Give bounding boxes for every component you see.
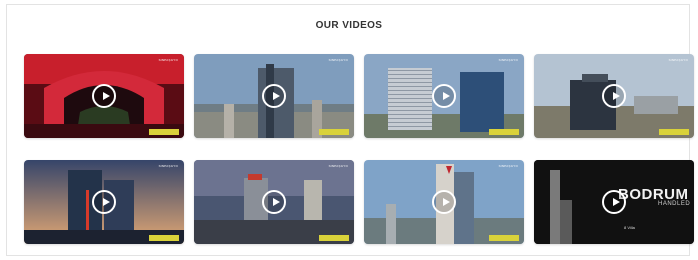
video-tag — [659, 129, 689, 135]
video-card-4[interactable]: SINPAŞGYO — [534, 54, 694, 138]
play-icon[interactable] — [92, 84, 116, 108]
video-card-5[interactable]: SINPAŞGYO — [24, 160, 184, 244]
play-icon[interactable] — [92, 190, 116, 214]
video-tag — [319, 235, 349, 241]
play-icon[interactable] — [432, 84, 456, 108]
play-icon[interactable] — [602, 190, 626, 214]
video-card-6[interactable]: SINPAŞGYO — [194, 160, 354, 244]
video-grid: SINPAŞGYO SINPAŞGYO SINPAŞGYO SINPAŞGYO … — [24, 54, 694, 254]
video-tag — [489, 129, 519, 135]
video-card-8[interactable]: BODRUM HANDLED 8 Villa — [534, 160, 694, 244]
video-tag — [149, 235, 179, 241]
play-icon[interactable] — [262, 84, 286, 108]
play-icon[interactable] — [602, 84, 626, 108]
video-tag — [319, 129, 349, 135]
brand-watermark: SINPAŞGYO — [328, 164, 348, 168]
bodrum-subtitle: HANDLED — [658, 201, 691, 207]
brand-watermark: SINPAŞGYO — [158, 164, 178, 168]
brand-watermark: SINPAŞGYO — [158, 58, 178, 62]
brand-watermark: SINPAŞGYO — [328, 58, 348, 62]
video-card-1[interactable]: SINPAŞGYO — [24, 54, 184, 138]
video-tag — [489, 235, 519, 241]
play-icon[interactable] — [262, 190, 286, 214]
brand-watermark: SINPAŞGYO — [668, 58, 688, 62]
play-icon[interactable] — [432, 190, 456, 214]
video-card-7[interactable]: SINPAŞGYO — [364, 160, 524, 244]
brand-watermark: SINPAŞGYO — [498, 58, 518, 62]
video-card-3[interactable]: SINPAŞGYO — [364, 54, 524, 138]
bodrum-note: 8 Villa — [624, 225, 635, 230]
video-tag — [149, 129, 179, 135]
section-title: OUR VIDEOS — [315, 20, 383, 31]
brand-watermark: SINPAŞGYO — [498, 164, 518, 168]
video-card-2[interactable]: SINPAŞGYO — [194, 54, 354, 138]
